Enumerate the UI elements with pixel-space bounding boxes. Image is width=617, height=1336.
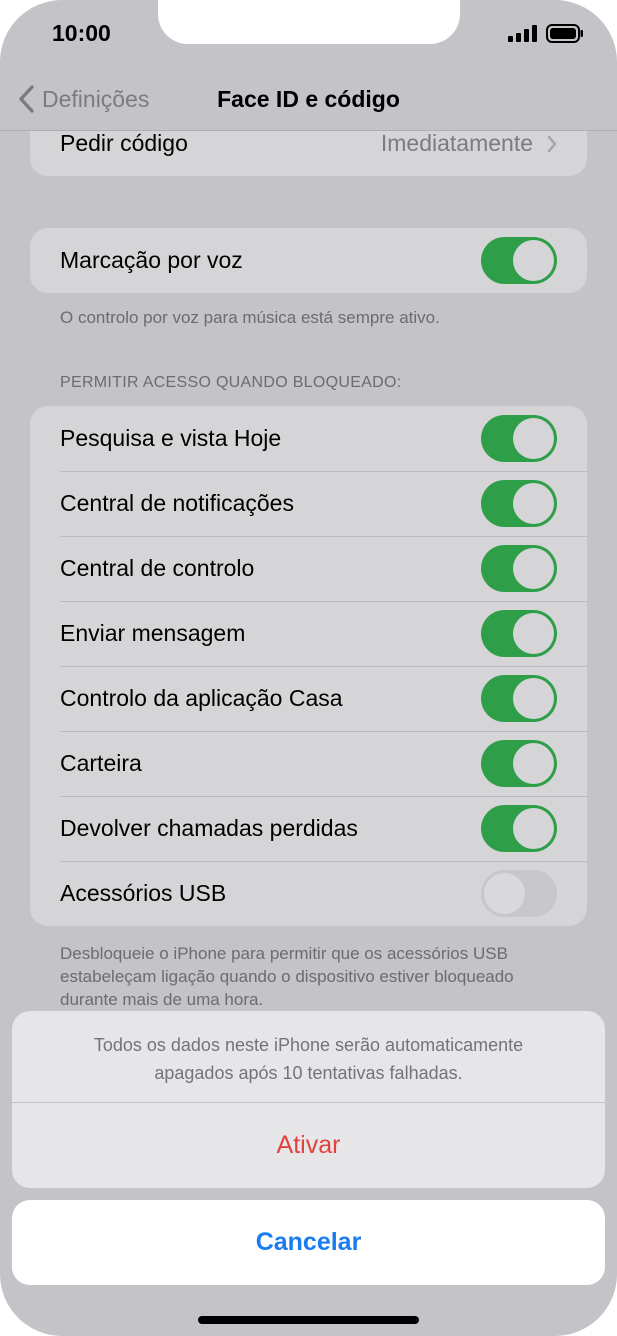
toggle-knob [513, 240, 554, 281]
locked-access-label: Carteira [60, 750, 142, 776]
locked-access-label: Enviar mensagem [60, 620, 246, 646]
cancel-button[interactable]: Cancelar [12, 1200, 605, 1285]
locked-access-row-search: Pesquisa e vista Hoje [30, 406, 587, 471]
locked-access-label: Acessórios USB [60, 880, 227, 906]
toggle-knob [513, 483, 554, 524]
toggle-knob [513, 678, 554, 719]
locked-access-row-message: Enviar mensagem [30, 601, 587, 666]
require-passcode-value-wrap: Imediatamente [381, 130, 557, 157]
battery-icon [546, 24, 583, 43]
voice-dial-footnote: O controlo por voz para música está semp… [60, 308, 440, 327]
locked-access-row-wallet: Carteira [30, 731, 587, 796]
toggle-knob [513, 418, 554, 459]
page-title: Face ID e código [217, 86, 400, 112]
status-time: 10:00 [52, 20, 111, 46]
voice-dial-label: Marcação por voz [60, 247, 243, 273]
voice-dial-group: Marcação por voz [30, 228, 587, 293]
locked-access-label: Pesquisa e vista Hoje [60, 425, 282, 451]
chevron-right-icon [547, 135, 557, 152]
wallet-toggle[interactable] [481, 740, 557, 787]
return-missed-calls-toggle[interactable] [481, 805, 557, 852]
locked-access-group: Pesquisa e vista Hoje Central de notific… [30, 406, 587, 926]
toggle-knob [513, 808, 554, 849]
toggle-knob [513, 613, 554, 654]
control-center-toggle[interactable] [481, 545, 557, 592]
notch [158, 0, 460, 44]
toggle-knob [513, 548, 554, 589]
usb-accessories-toggle[interactable] [481, 870, 557, 917]
search-today-toggle[interactable] [481, 415, 557, 462]
usb-footnote: Desbloqueie o iPhone para permitir que o… [60, 944, 514, 1008]
require-passcode-value: Imediatamente [380, 130, 533, 156]
locked-access-row-missed-calls: Devolver chamadas perdidas [30, 796, 587, 861]
locked-access-label: Central de controlo [60, 555, 255, 581]
toggle-knob [484, 873, 525, 914]
voice-dial-row: Marcação por voz [30, 228, 587, 293]
send-message-toggle[interactable] [481, 610, 557, 657]
voice-dial-toggle[interactable] [481, 237, 557, 284]
locked-access-row-usb: Acessórios USB [30, 861, 587, 926]
locked-access-row-control-center: Central de controlo [30, 536, 587, 601]
action-sheet: Todos os dados neste iPhone serão automa… [12, 1011, 605, 1188]
activate-button[interactable]: Ativar [12, 1103, 605, 1187]
cellular-signal-icon [508, 25, 537, 42]
require-passcode-label: Pedir código [60, 130, 188, 156]
home-indicator[interactable] [198, 1316, 419, 1324]
navigation-bar-overlay: Definições Face ID e código [0, 74, 617, 131]
home-control-toggle[interactable] [481, 675, 557, 722]
locked-access-row-home: Controlo da aplicação Casa [30, 666, 587, 731]
notification-center-toggle[interactable] [481, 480, 557, 527]
phone-screen: 10:00 Definições Face ID e código Pedir … [0, 0, 617, 1336]
locked-access-row-notifications: Central de notificações [30, 471, 587, 536]
locked-access-label: Central de notificações [60, 490, 294, 516]
toggle-knob [513, 743, 554, 784]
locked-access-label: Controlo da aplicação Casa [60, 685, 343, 711]
locked-access-label: Devolver chamadas perdidas [60, 815, 358, 841]
action-sheet-message: Todos os dados neste iPhone serão automa… [12, 1011, 605, 1103]
locked-access-header: PERMITIR ACESSO QUANDO BLOQUEADO: [60, 374, 402, 391]
